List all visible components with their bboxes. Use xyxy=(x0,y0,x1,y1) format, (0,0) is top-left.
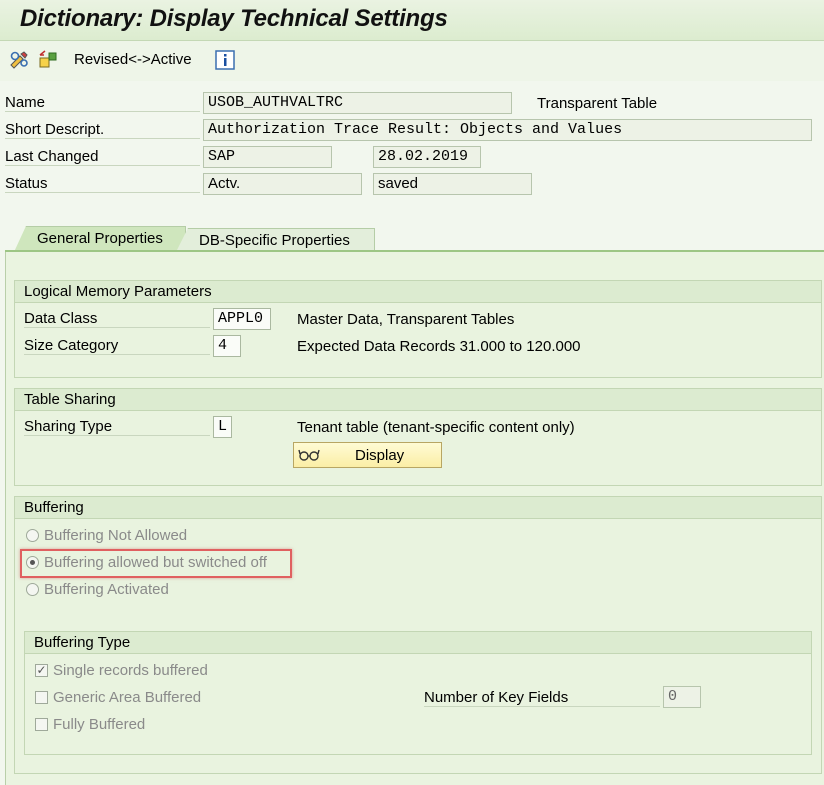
data-class-label: Data Class xyxy=(24,310,210,328)
sharing-type-field[interactable]: L xyxy=(213,416,232,438)
display-button[interactable]: Display xyxy=(293,442,442,468)
tab-db-specific-properties-label: DB-Specific Properties xyxy=(199,232,350,249)
key-fields-field[interactable]: 0 xyxy=(663,686,701,708)
tab-general-properties-label: General Properties xyxy=(37,230,163,247)
checkbox-fully-buffered-label: Fully Buffered xyxy=(53,716,146,733)
table-sharing-group-title: Table Sharing xyxy=(15,389,821,411)
status-saved-field[interactable]: saved xyxy=(373,173,532,195)
key-fields-label: Number of Key Fields xyxy=(424,689,660,707)
display-change-icon[interactable] xyxy=(8,48,32,72)
info-icon[interactable] xyxy=(213,48,237,72)
last-changed-date-field[interactable]: 28.02.2019 xyxy=(373,146,481,168)
radio-buffering-allowed-switched-off[interactable] xyxy=(26,556,39,569)
short-description-label: Short Descript. xyxy=(5,121,200,139)
window-title: Dictionary: Display Technical Settings xyxy=(20,5,448,32)
data-class-field[interactable]: APPL0 xyxy=(213,308,271,330)
checkbox-fully-buffered[interactable] xyxy=(35,718,48,731)
display-button-label: Display xyxy=(355,446,405,464)
checkbox-generic-area-label: Generic Area Buffered xyxy=(53,689,202,706)
status-field[interactable]: Actv. xyxy=(203,173,362,195)
data-class-text: Master Data, Transparent Tables xyxy=(297,311,515,328)
tab-general-properties[interactable]: General Properties xyxy=(14,226,186,252)
size-category-label: Size Category xyxy=(24,337,210,355)
sharing-type-text: Tenant table (tenant-specific content on… xyxy=(297,419,575,436)
radio-buffering-activated-label: Buffering Activated xyxy=(44,581,169,598)
status-label: Status xyxy=(5,175,200,193)
last-changed-label: Last Changed xyxy=(5,148,200,166)
table-type-text: Transparent Table xyxy=(537,95,658,112)
radio-circle xyxy=(26,583,39,596)
logical-memory-group-title: Logical Memory Parameters xyxy=(15,281,821,303)
table-sharing-group: Table Sharing xyxy=(14,388,822,486)
radio-circle xyxy=(26,529,39,542)
checkbox-single-records-label: Single records buffered xyxy=(53,662,208,679)
radio-buffering-not-allowed-label: Buffering Not Allowed xyxy=(44,527,188,544)
radio-circle-selected xyxy=(26,556,39,569)
name-field[interactable]: USOB_AUTHVALTRC xyxy=(203,92,512,114)
radio-buffering-activated[interactable] xyxy=(26,583,39,596)
size-category-text: Expected Data Records 31.000 to 120.000 xyxy=(297,338,581,355)
checkbox-single-records[interactable]: ✓ xyxy=(35,664,48,677)
short-description-field[interactable]: Authorization Trace Result: Objects and … xyxy=(203,119,812,141)
last-changed-user-field[interactable]: SAP xyxy=(203,146,332,168)
revised-active-button[interactable]: Revised<->Active xyxy=(74,51,192,68)
radio-buffering-allowed-switched-off-label: Buffering allowed but switched off xyxy=(44,554,267,571)
tab-db-specific-properties[interactable]: DB-Specific Properties xyxy=(176,228,375,252)
buffering-type-group-title: Buffering Type xyxy=(25,632,811,654)
radio-buffering-not-allowed[interactable] xyxy=(26,529,39,542)
size-category-field[interactable]: 4 xyxy=(213,335,241,357)
buffering-group-title: Buffering xyxy=(15,497,821,519)
display-glasses-icon xyxy=(298,446,320,464)
logical-memory-group: Logical Memory Parameters xyxy=(14,280,822,378)
checkbox-generic-area[interactable] xyxy=(35,691,48,704)
name-label: Name xyxy=(5,94,200,112)
activate-icon[interactable] xyxy=(36,48,60,72)
sharing-type-label: Sharing Type xyxy=(24,418,210,436)
